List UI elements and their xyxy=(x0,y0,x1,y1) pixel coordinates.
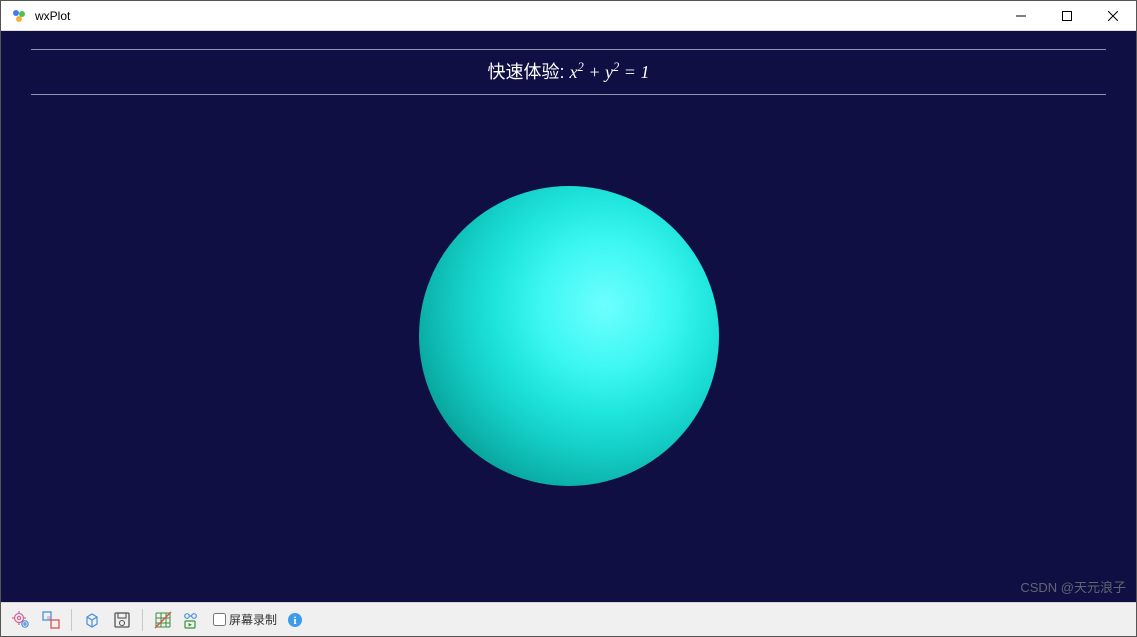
cube-icon xyxy=(82,610,102,630)
layout-icon xyxy=(41,610,61,630)
settings-button[interactable] xyxy=(7,606,35,634)
info-icon: i xyxy=(287,612,303,628)
minimize-button[interactable] xyxy=(998,1,1044,31)
plot-surface-holder xyxy=(1,31,1136,602)
toolbar-separator xyxy=(71,609,72,631)
grid-icon xyxy=(153,610,173,630)
animate-button[interactable] xyxy=(179,606,207,634)
toolbar: 屏幕录制 i xyxy=(1,602,1136,636)
close-button[interactable] xyxy=(1090,1,1136,31)
maximize-button[interactable] xyxy=(1044,1,1090,31)
animate-icon xyxy=(182,610,204,630)
application-window: wxPlot 快速体验: x2 + y2 = 1 CSDN @天元浪子 xyxy=(0,0,1137,637)
plot-canvas[interactable]: 快速体验: x2 + y2 = 1 CSDN @天元浪子 xyxy=(1,31,1136,602)
view-layout-button[interactable] xyxy=(37,606,65,634)
screen-record-checkbox-wrap[interactable]: 屏幕录制 xyxy=(213,611,277,628)
svg-text:i: i xyxy=(293,615,296,627)
titlebar: wxPlot xyxy=(1,1,1136,31)
toolbar-separator xyxy=(142,609,143,631)
gear-icon xyxy=(11,610,31,630)
app-icon xyxy=(11,8,27,24)
grid-button[interactable] xyxy=(149,606,177,634)
sphere-surface xyxy=(419,186,719,486)
screen-record-label: 屏幕录制 xyxy=(229,611,277,628)
info-button[interactable]: i xyxy=(287,612,303,628)
save-button[interactable] xyxy=(108,606,136,634)
bounding-box-button[interactable] xyxy=(78,606,106,634)
save-icon xyxy=(112,610,132,630)
window-title: wxPlot xyxy=(35,9,70,23)
screen-record-checkbox[interactable] xyxy=(213,613,226,626)
